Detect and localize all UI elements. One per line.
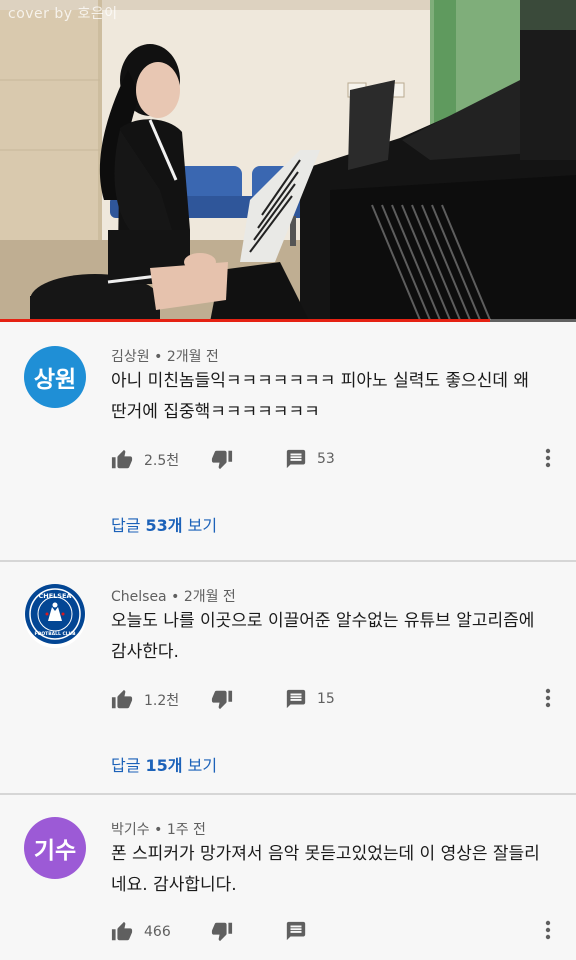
view-replies-suffix: 보기 [182, 516, 218, 535]
reply-button[interactable] [285, 448, 307, 474]
comment-item: 기수 박기수 • 1주 전 폰 스피커가 망가져서 음악 못듣고있었는데 이 영… [0, 795, 576, 960]
comment-text-line: 오늘도 나를 이곳으로 이끌어준 알수없는 유튜브 알고리즘에 [111, 611, 535, 631]
comment-time: 2개월 전 [166, 349, 219, 365]
meta-separator: • [154, 349, 163, 365]
more-vert-icon [544, 688, 552, 714]
more-vert-icon [544, 448, 552, 474]
thumbs-up-icon [111, 449, 133, 471]
reply-count: 15 [317, 691, 335, 707]
comment-icon [285, 921, 307, 946]
comment-text-line: 아니 미친놈들익ㅋㅋㅋㅋㅋㅋㅋ 피아노 실력도 좋으신데 왜 [111, 371, 530, 391]
more-vert-icon [544, 920, 552, 946]
comment-text-line: 딴거에 집중핵ㅋㅋㅋㅋㅋㅋㅋ [111, 402, 320, 422]
thumbs-down-icon [211, 690, 233, 714]
view-replies-link[interactable]: 답글 53개 보기 [111, 512, 217, 536]
view-replies-count: 15개 [145, 756, 183, 775]
like-count: 2.5천 [144, 453, 180, 469]
comment-text: 오늘도 나를 이곳으로 이끌어준 알수없는 유튜브 알고리즘에 감사한다. [111, 606, 552, 668]
comment-author[interactable]: Chelsea [111, 589, 167, 605]
comment-text-line: 감사한다. [111, 642, 179, 662]
view-replies-prefix: 답글 [111, 516, 146, 535]
comment-item: CHELSEA FOOTBALL CLUB Chelsea • 2개월 전 오늘… [0, 562, 576, 795]
comment-time: 1주 전 [166, 822, 206, 838]
video-watermark: cover by 호은이 [8, 6, 118, 22]
reply-button[interactable] [285, 688, 307, 714]
like-count: 466 [144, 924, 171, 940]
dislike-button[interactable] [211, 920, 233, 946]
video-player[interactable]: cover by 호은이 [0, 0, 576, 322]
avatar[interactable]: 상원 [24, 346, 86, 408]
view-replies-prefix: 답글 [111, 756, 146, 775]
thumbs-up-icon [111, 921, 133, 943]
comment-icon [285, 689, 307, 714]
view-replies-count: 53개 [145, 516, 183, 535]
comment-actions: 1.2천 15 [111, 686, 560, 714]
comment-item: 상원 김상원 • 2개월 전 아니 미친놈들익ㅋㅋㅋㅋㅋㅋㅋ 피아노 실력도 좋… [0, 322, 576, 562]
like-button[interactable]: 1.2천 [111, 689, 179, 711]
video-frame [0, 0, 576, 322]
view-replies-suffix: 보기 [182, 756, 218, 775]
chelsea-crest-icon: CHELSEA FOOTBALL CLUB [24, 583, 86, 651]
comment-author[interactable]: 김상원 [111, 349, 150, 365]
thumbs-down-icon [211, 922, 233, 946]
comment-text-line: 폰 스피커가 망가져서 음악 못듣고있었는데 이 영상은 잘들리 [111, 844, 540, 864]
comment-text: 아니 미친놈들익ㅋㅋㅋㅋㅋㅋㅋ 피아노 실력도 좋으신데 왜 딴거에 집중핵ㅋㅋ… [111, 366, 552, 428]
like-count: 1.2천 [144, 693, 180, 709]
comment-meta: 김상원 • 2개월 전 [111, 346, 219, 366]
comment-text: 폰 스피커가 망가져서 음악 못듣고있었는데 이 영상은 잘들리 네요. 감사합… [111, 839, 552, 901]
dislike-button[interactable] [211, 688, 233, 714]
thumbs-down-icon [211, 450, 233, 474]
comment-meta: 박기수 • 1주 전 [111, 819, 206, 839]
comment-actions: 466 [111, 918, 560, 946]
comment-author[interactable]: 박기수 [111, 822, 150, 838]
meta-separator: • [171, 589, 180, 605]
svg-text:CHELSEA: CHELSEA [39, 592, 72, 600]
meta-separator: • [154, 822, 163, 838]
like-button[interactable]: 2.5천 [111, 449, 179, 471]
more-button[interactable] [544, 446, 552, 474]
avatar[interactable]: CHELSEA FOOTBALL CLUB [24, 583, 86, 651]
comment-time: 2개월 전 [183, 589, 236, 605]
like-button[interactable]: 466 [111, 921, 171, 943]
comment-meta: Chelsea • 2개월 전 [111, 586, 236, 606]
more-button[interactable] [544, 686, 552, 714]
thumbs-up-icon [111, 689, 133, 711]
comment-icon [285, 449, 307, 474]
svg-text:FOOTBALL CLUB: FOOTBALL CLUB [34, 631, 76, 637]
more-button[interactable] [544, 918, 552, 946]
avatar[interactable]: 기수 [24, 817, 86, 879]
reply-count: 53 [317, 451, 335, 467]
comment-actions: 2.5천 53 [111, 446, 560, 474]
view-replies-link[interactable]: 답글 15개 보기 [111, 752, 217, 776]
reply-button[interactable] [285, 920, 307, 946]
comment-text-line: 네요. 감사합니다. [111, 875, 237, 895]
dislike-button[interactable] [211, 448, 233, 474]
